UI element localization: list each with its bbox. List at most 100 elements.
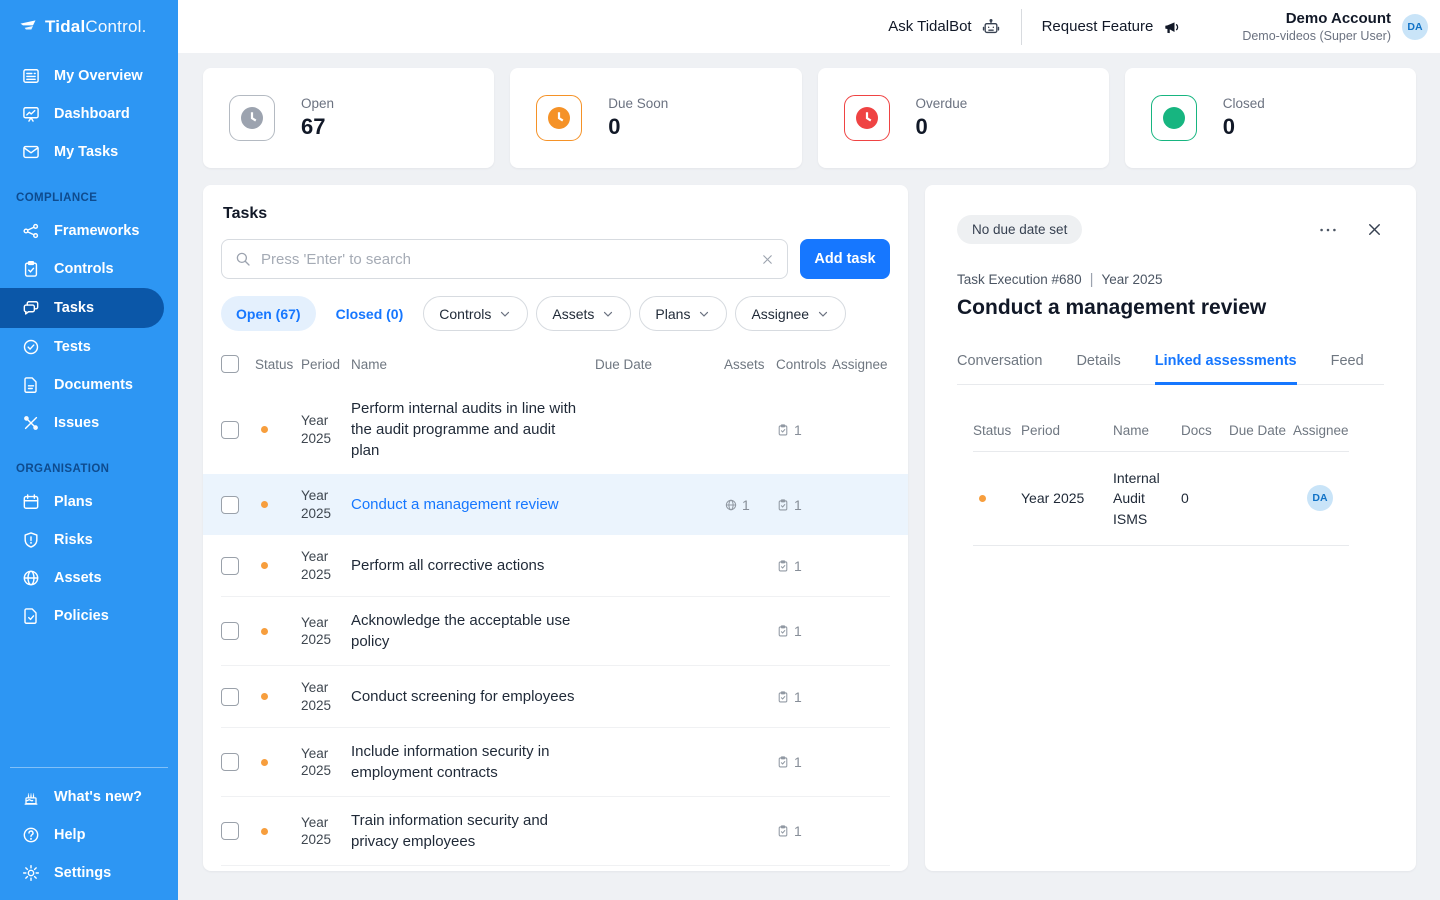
task-name[interactable]: Perform internal audits in line with the… — [351, 398, 595, 461]
assets-count: 1 — [724, 497, 776, 513]
task-name[interactable]: Perform all corrective actions — [351, 555, 595, 576]
clear-search-icon[interactable] — [760, 252, 775, 267]
task-row[interactable]: Year 2025 Train information security and… — [221, 796, 890, 865]
search-box[interactable] — [221, 239, 788, 279]
row-checkbox[interactable] — [221, 557, 239, 575]
filter-assets-dropdown[interactable]: Assets — [536, 296, 631, 331]
task-execution-period: Year 2025 — [1102, 272, 1163, 287]
filter-assignee-dropdown[interactable]: Assignee — [735, 296, 846, 331]
task-name[interactable]: Include information security in employme… — [351, 741, 595, 783]
chevron-down-icon — [816, 307, 830, 321]
sidebar-item-help[interactable]: Help — [0, 816, 178, 854]
chat-bubbles-icon — [21, 298, 41, 318]
row-checkbox[interactable] — [221, 421, 239, 439]
task-row[interactable]: Year 2025 Perform internal audits in lin… — [221, 385, 890, 474]
account-avatar[interactable]: DA — [1402, 14, 1428, 40]
search-input[interactable] — [261, 251, 751, 268]
column-assignee: Assignee — [1293, 423, 1349, 438]
task-row[interactable]: Year 2025 Acknowledge the acceptable use… — [221, 596, 890, 665]
robot-icon — [981, 17, 1001, 37]
task-name[interactable]: Acknowledge the acceptable use policy — [351, 610, 595, 652]
sidebar-item-tasks[interactable]: Tasks — [0, 288, 164, 328]
sidebar-item-documents[interactable]: Documents — [0, 366, 178, 404]
filter-closed-tab[interactable]: Closed (0) — [324, 296, 416, 331]
add-task-button[interactable]: Add task — [800, 239, 890, 279]
logo[interactable]: TidalControl. — [0, 0, 178, 57]
task-period: Year 2025 — [301, 412, 351, 447]
globe-icon — [724, 498, 738, 512]
task-row[interactable]: Year 2025 Include information security i… — [221, 727, 890, 796]
policy-icon — [21, 606, 41, 626]
content: Open 67 Due Soon 0 — [178, 53, 1440, 900]
stat-card-open: Open 67 — [203, 68, 494, 168]
row-checkbox[interactable] — [221, 753, 239, 771]
task-execution-context: Task Execution #680 | Year 2025 — [957, 271, 1384, 288]
sidebar-item-my-tasks[interactable]: My Tasks — [0, 133, 178, 171]
row-checkbox[interactable] — [221, 496, 239, 514]
filter-open-tab[interactable]: Open (67) — [221, 296, 316, 331]
open-clock-icon — [229, 95, 275, 141]
sidebar-item-settings[interactable]: Settings — [0, 854, 178, 892]
overview-icon — [21, 66, 41, 86]
status-dot-icon — [979, 495, 986, 502]
sidebar-divider — [10, 767, 168, 768]
column-due-date: Due Date — [595, 357, 724, 372]
sidebar-item-whats-new[interactable]: What's new? — [0, 778, 178, 816]
assessment-name[interactable]: Internal Audit ISMS — [1113, 468, 1181, 529]
sidebar-item-risks[interactable]: Risks — [0, 521, 178, 559]
stat-label: Overdue — [916, 96, 968, 111]
sidebar-item-assets[interactable]: Assets — [0, 559, 178, 597]
sidebar-item-my-overview[interactable]: My Overview — [0, 57, 178, 95]
sidebar-item-policies[interactable]: Policies — [0, 597, 178, 635]
task-name[interactable]: Conduct screening for employees — [351, 686, 595, 707]
assignee-avatar[interactable]: DA — [1307, 485, 1333, 511]
filter-controls-dropdown[interactable]: Controls — [423, 296, 528, 331]
sidebar-item-tests[interactable]: Tests — [0, 328, 178, 366]
sidebar-item-dashboard[interactable]: Dashboard — [0, 95, 178, 133]
account-menu[interactable]: Demo Account Demo-videos (Super User) — [1242, 10, 1391, 43]
tab-feed[interactable]: Feed — [1331, 353, 1364, 384]
stat-label: Open — [301, 96, 334, 111]
frameworks-icon — [21, 221, 41, 241]
sidebar-item-controls[interactable]: Controls — [0, 250, 178, 288]
sidebar-item-label: My Tasks — [54, 144, 118, 160]
tab-conversation[interactable]: Conversation — [957, 353, 1042, 384]
task-row[interactable]: Year 2025 Perform all corrective actions… — [221, 535, 890, 596]
controls-count: 1 — [776, 823, 832, 839]
task-row[interactable]: Year 2025 Implement awareness training f… — [221, 865, 890, 871]
filter-plans-dropdown[interactable]: Plans — [639, 296, 727, 331]
status-dot-icon — [261, 562, 268, 569]
controls-count: 1 — [776, 689, 832, 705]
task-period: Year 2025 — [301, 614, 351, 649]
task-row[interactable]: Year 2025 Conduct screening for employee… — [221, 665, 890, 727]
row-checkbox[interactable] — [221, 822, 239, 840]
more-options-button[interactable] — [1317, 219, 1339, 241]
task-row-selected[interactable]: Year 2025 Conduct a management review 1 … — [203, 474, 908, 535]
sidebar-item-plans[interactable]: Plans — [0, 483, 178, 521]
sidebar-item-frameworks[interactable]: Frameworks — [0, 212, 178, 250]
row-checkbox[interactable] — [221, 688, 239, 706]
select-all-checkbox[interactable] — [221, 355, 239, 373]
tab-linked-assessments[interactable]: Linked assessments — [1155, 353, 1297, 385]
task-name[interactable]: Train information security and privacy e… — [351, 810, 595, 852]
stat-card-overdue: Overdue 0 — [818, 68, 1109, 168]
linked-assessment-row[interactable]: Year 2025 Internal Audit ISMS 0 DA — [973, 452, 1349, 546]
ask-tidalbot-label: Ask TidalBot — [888, 18, 971, 35]
task-detail-panel: No due date set Task Execution #680 — [925, 185, 1416, 871]
task-name-link[interactable]: Conduct a management review — [351, 494, 595, 515]
tab-details[interactable]: Details — [1076, 353, 1120, 384]
clipboard-icon — [776, 423, 790, 437]
request-feature-button[interactable]: Request Feature — [1042, 17, 1183, 37]
sidebar-item-label: Controls — [54, 261, 114, 277]
request-feature-label: Request Feature — [1042, 18, 1154, 35]
row-checkbox[interactable] — [221, 622, 239, 640]
sidebar-item-issues[interactable]: Issues — [0, 404, 178, 442]
sidebar-item-label: What's new? — [54, 789, 142, 805]
status-dot-icon — [261, 759, 268, 766]
column-docs: Docs — [1181, 423, 1229, 438]
context-separator: | — [1090, 271, 1094, 288]
close-panel-button[interactable] — [1365, 220, 1384, 239]
filters-row: Open (67) Closed (0) Controls Assets Pla… — [221, 296, 890, 331]
ask-tidalbot-button[interactable]: Ask TidalBot — [888, 17, 1000, 37]
column-status: Status — [255, 357, 301, 372]
